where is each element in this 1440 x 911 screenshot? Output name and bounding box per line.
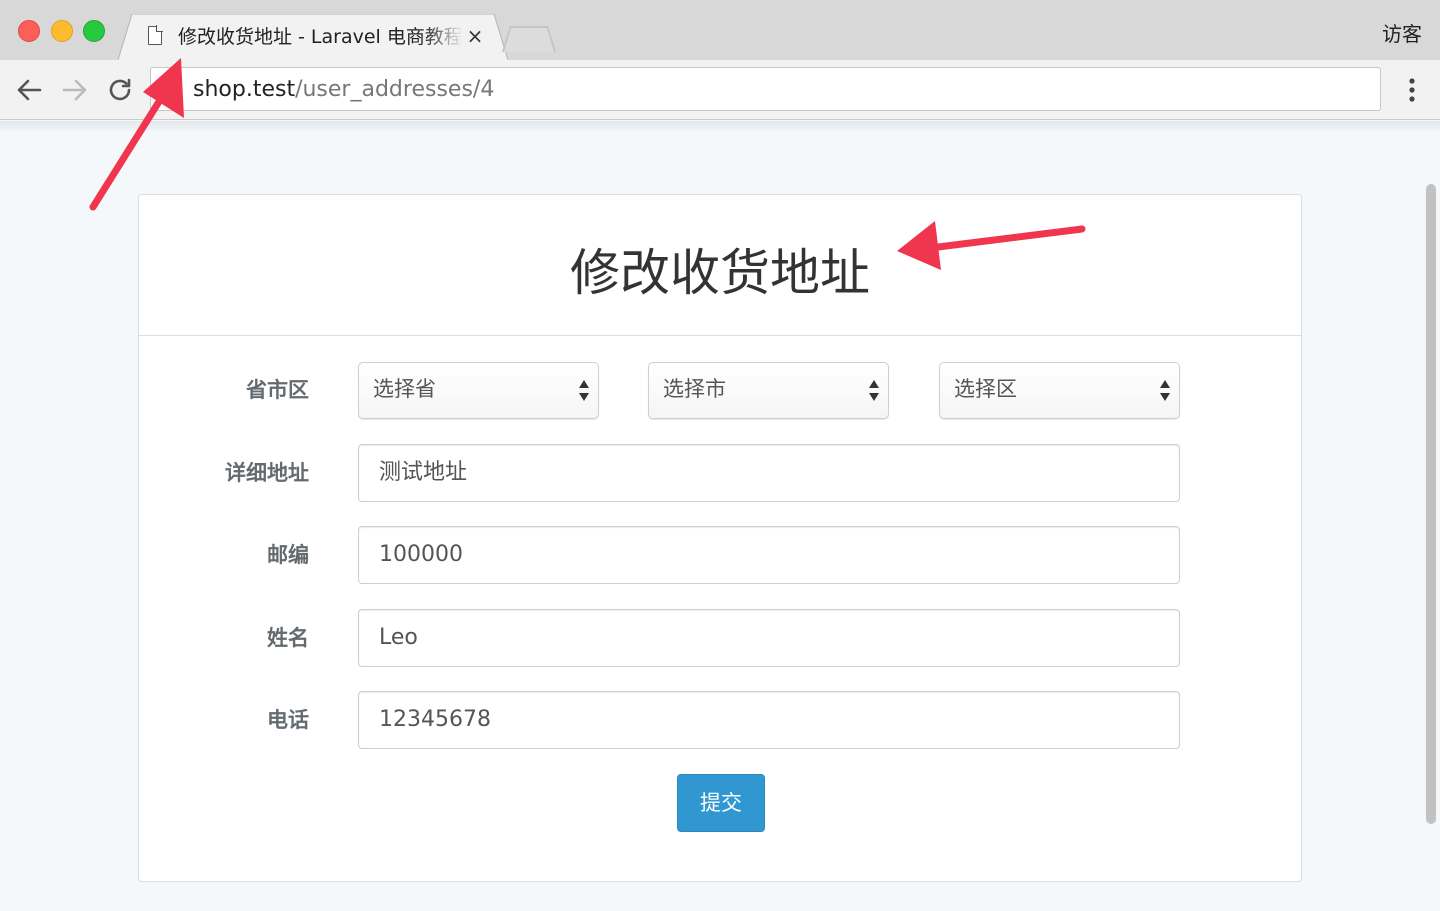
phone-input[interactable]: 12345678 [358,691,1180,749]
forward-arrow-icon[interactable] [56,72,92,108]
vertical-dots-icon[interactable] [1400,72,1424,108]
name-input[interactable]: Leo [358,609,1180,667]
zip-input-value: 100000 [379,542,463,567]
address-input-value: 测试地址 [379,460,468,485]
address-form-panel: 修改收货地址 省市区 选择省 选择市 选择区 详细地址 测试地址 邮编 1000… [138,194,1302,882]
zip-input[interactable]: 100000 [358,526,1180,584]
back-arrow-icon[interactable] [12,72,48,108]
url-text[interactable]: shop.test/user_addresses/4 [193,76,494,104]
document-icon [148,25,163,45]
district-select[interactable]: 选择区 [939,362,1180,419]
page-title: 修改收货地址 [570,244,870,302]
close-window-button[interactable] [18,20,40,42]
select-arrows-icon [1159,379,1171,403]
url-host: shop.test [193,77,296,102]
toolbar-shadow [0,121,1440,133]
tab-title: 修改收货地址 - Laravel 电商教程 [178,26,463,48]
select-arrows-icon [868,379,880,403]
phone-input-value: 12345678 [379,707,491,732]
submit-button[interactable]: 提交 [677,774,765,832]
select-arrows-icon [578,379,590,403]
address-bar[interactable]: shop.test/user_addresses/4 [150,67,1381,111]
province-select[interactable]: 选择省 [358,362,599,419]
browser-tab-bar: 修改收货地址 - Laravel 电商教程 × 访客 [0,0,1440,60]
name-label: 姓名 [267,626,309,650]
city-select[interactable]: 选择市 [648,362,889,419]
reload-icon[interactable] [102,72,138,108]
city-select-value: 选择市 [663,377,726,401]
zip-label: 邮编 [267,543,309,567]
phone-label: 电话 [267,708,309,732]
guest-profile-label[interactable]: 访客 [1382,18,1422,47]
panel-heading: 修改收货地址 [139,195,1301,336]
browser-toolbar: shop.test/user_addresses/4 [0,60,1440,120]
tab-close-icon[interactable]: × [466,23,484,49]
name-input-value: Leo [379,625,418,650]
region-label: 省市区 [246,378,309,402]
url-path: /user_addresses/4 [295,77,495,102]
province-select-value: 选择省 [373,377,436,401]
active-tab[interactable]: 修改收货地址 - Laravel 电商教程 × [118,14,508,60]
page-scrollbar[interactable] [1426,184,1436,824]
new-tab-button[interactable] [502,26,556,52]
maximize-window-button[interactable] [83,20,105,42]
minimize-window-button[interactable] [51,20,73,42]
address-input[interactable]: 测试地址 [358,444,1180,502]
district-select-value: 选择区 [954,377,1017,401]
address-label: 详细地址 [225,461,309,485]
